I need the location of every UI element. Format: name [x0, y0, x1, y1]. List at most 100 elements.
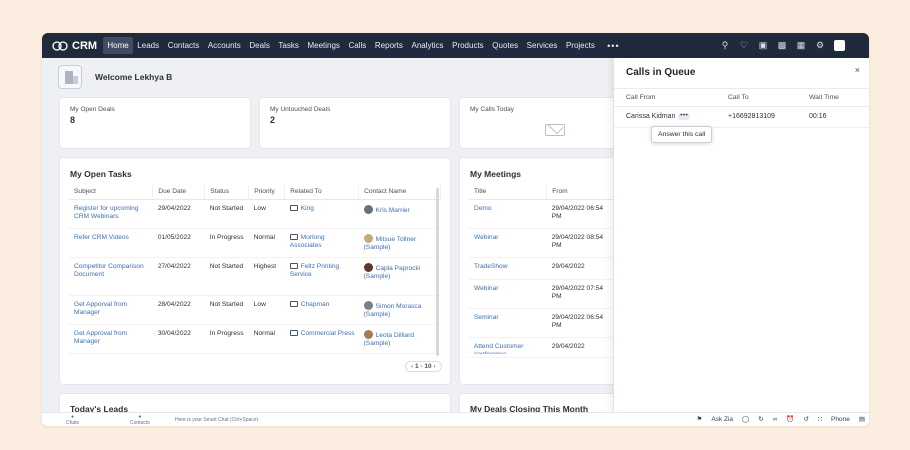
top-icon-bar: ⚲ ♡ ▣ ▩ ▦ ⚙ — [720, 33, 845, 58]
task-related-to[interactable]: Commercial Press — [284, 324, 359, 354]
tab-meetings[interactable]: Meetings — [303, 37, 344, 54]
glasses-icon[interactable]: ∞ — [773, 416, 778, 423]
stat-card-open-deals[interactable]: My Open Deals 8 — [59, 97, 251, 149]
crm-logo-icon — [52, 40, 68, 51]
table-row[interactable]: TradeShow 29/04/2022 — [469, 257, 619, 280]
flag-icon[interactable]: ⚑ — [696, 415, 702, 423]
table-row[interactable]: Refer CRM Videos 01/05/2022 In Progress … — [69, 228, 441, 258]
add-icon[interactable]: ▣ — [758, 40, 768, 51]
phone-button[interactable]: Phone — [831, 416, 850, 423]
smart-chat-input[interactable]: Here is your Smart Chat (Ctrl+Space) — [175, 417, 258, 423]
answer-call-option[interactable]: Answer this call — [651, 126, 713, 143]
store-icon[interactable]: ▦ — [796, 40, 806, 51]
table-row[interactable]: Webinar 29/04/2022 07:54 PM — [469, 279, 619, 309]
avatar — [363, 329, 373, 339]
tab-home[interactable]: Home — [103, 37, 133, 54]
task-subject-link[interactable]: Register for upcoming CRM Webinars — [69, 199, 153, 229]
close-icon[interactable]: × — [855, 65, 860, 75]
deal-icon — [289, 329, 298, 336]
column-header[interactable]: Status — [204, 185, 250, 200]
stat-card-untouched-deals[interactable]: My Untouched Deals 2 — [259, 97, 451, 149]
tab-reports[interactable]: Reports — [371, 37, 408, 54]
tasks-scrollbar[interactable] — [436, 188, 439, 356]
more-options-icon[interactable]: ••• — [678, 113, 691, 120]
related-link[interactable]: Commercial Press — [301, 330, 355, 337]
tab-services[interactable]: Services — [522, 37, 561, 54]
task-related-to[interactable]: King — [284, 199, 359, 229]
call-to-number: +16692813109 — [728, 113, 775, 120]
crm-logo[interactable]: CRM — [42, 40, 103, 52]
task-subject-link[interactable]: Get Approval from Manager — [69, 324, 153, 354]
grid-icon[interactable]: ∷ — [818, 415, 822, 423]
tab-analytics[interactable]: Analytics — [407, 37, 448, 54]
task-priority: Normal — [248, 228, 285, 258]
related-link[interactable]: King — [301, 205, 314, 212]
column-header[interactable]: Subject — [69, 185, 154, 200]
chats-button[interactable]: ● Chats — [66, 414, 79, 426]
task-status: Not Started — [204, 199, 249, 229]
task-priority: Highest — [248, 257, 285, 296]
tab-quotes[interactable]: Quotes — [488, 37, 522, 54]
task-contact[interactable]: Simon Morasca (Sample) — [358, 295, 441, 325]
meeting-title-link[interactable]: Attend Customer conference — [469, 337, 547, 358]
meeting-title-link[interactable]: Webinar — [469, 279, 547, 309]
meeting-title-link[interactable]: Webinar — [469, 228, 547, 258]
meeting-title-link[interactable]: TradeShow — [469, 257, 547, 280]
column-header[interactable]: Related To — [284, 185, 360, 200]
column-header[interactable]: From — [546, 185, 619, 200]
queue-row[interactable]: Carissa Kidman ••• +16692813109 00:16 — [614, 108, 869, 128]
more-tabs-button[interactable]: ••• — [599, 41, 627, 51]
tasks-pager[interactable]: ‹ 1 - 10 › — [405, 361, 442, 372]
tab-tasks[interactable]: Tasks — [274, 37, 303, 54]
column-header[interactable]: Title — [469, 185, 548, 200]
table-row[interactable]: Get Apporval from Manager 28/04/2022 Not… — [69, 295, 441, 325]
task-subject-link[interactable]: Refer CRM Videos — [69, 228, 153, 258]
tab-deals[interactable]: Deals — [245, 37, 274, 54]
tab-calls[interactable]: Calls — [344, 37, 370, 54]
table-row[interactable]: Register for upcoming CRM Webinars 29/04… — [69, 199, 441, 229]
avatar — [363, 300, 373, 310]
contacts-button[interactable]: ● Contacts — [130, 414, 150, 426]
tab-products[interactable]: Products — [448, 37, 488, 54]
bell-icon[interactable]: ♡ — [739, 40, 749, 51]
task-subject-link[interactable]: Get Apporval from Manager — [69, 295, 153, 325]
table-row[interactable]: Get Approval from Manager 30/04/2022 In … — [69, 324, 441, 354]
column-header: Call To — [728, 94, 749, 101]
zia-icon[interactable]: ◯ — [742, 415, 749, 423]
tab-contacts[interactable]: Contacts — [163, 37, 203, 54]
task-contact[interactable]: Capla Paprocki (Sample) — [358, 257, 441, 296]
task-related-to[interactable]: Feltz Printing Service — [284, 257, 359, 296]
ask-zia-button[interactable]: Ask Zia — [711, 416, 733, 423]
screen-icon[interactable]: ▩ — [777, 40, 787, 51]
task-contact[interactable]: Leota Dilliard (Sample) — [358, 324, 441, 354]
alarm-icon[interactable]: ⏰ — [786, 415, 794, 423]
calendar-icon[interactable]: ▤ — [859, 415, 865, 423]
column-header[interactable]: Due Date — [152, 185, 206, 200]
table-row[interactable]: Attend Customer conference 29/04/2022 — [469, 337, 619, 358]
task-subject-link[interactable]: Competitor Comparison Document — [69, 257, 153, 296]
settings-icon[interactable]: ⚙ — [815, 40, 825, 51]
refresh-icon[interactable]: ↻ — [758, 415, 763, 423]
table-row[interactable]: Webinar 29/04/2022 08:54 PM — [469, 228, 619, 258]
task-related-to[interactable]: Morlong Associates — [284, 228, 359, 258]
tab-leads[interactable]: Leads — [133, 37, 163, 54]
tab-accounts[interactable]: Accounts — [204, 37, 246, 54]
bottom-icon-bar: ⚑ Ask Zia ◯ ↻ ∞ ⏰ ↺ ∷ Phone ▤ — [696, 415, 865, 424]
table-row[interactable]: Demo 29/04/2022 06:54 PM — [469, 199, 619, 229]
table-row[interactable]: Seminar 29/04/2022 06:54 PM — [469, 308, 619, 338]
task-contact[interactable]: Mitsue Tollner (Sample) — [358, 228, 441, 258]
table-row[interactable]: Competitor Comparison Document 27/04/202… — [69, 257, 441, 296]
profile-icon[interactable] — [834, 40, 845, 51]
meeting-title-link[interactable]: Demo — [469, 199, 547, 229]
column-header[interactable]: Contact Name — [358, 185, 441, 200]
column-header[interactable]: Priority — [248, 185, 286, 200]
task-related-to[interactable]: Chapman — [284, 295, 359, 325]
history-icon[interactable]: ↺ — [803, 415, 808, 423]
task-contact[interactable]: Kris Marrier — [358, 199, 441, 229]
task-due-date: 30/04/2022 — [152, 324, 205, 354]
tab-projects[interactable]: Projects — [562, 37, 600, 54]
related-link[interactable]: Chapman — [301, 301, 330, 308]
contact-link[interactable]: Kris Marrier — [376, 207, 410, 214]
search-icon[interactable]: ⚲ — [720, 40, 730, 51]
meeting-title-link[interactable]: Seminar — [469, 308, 547, 338]
